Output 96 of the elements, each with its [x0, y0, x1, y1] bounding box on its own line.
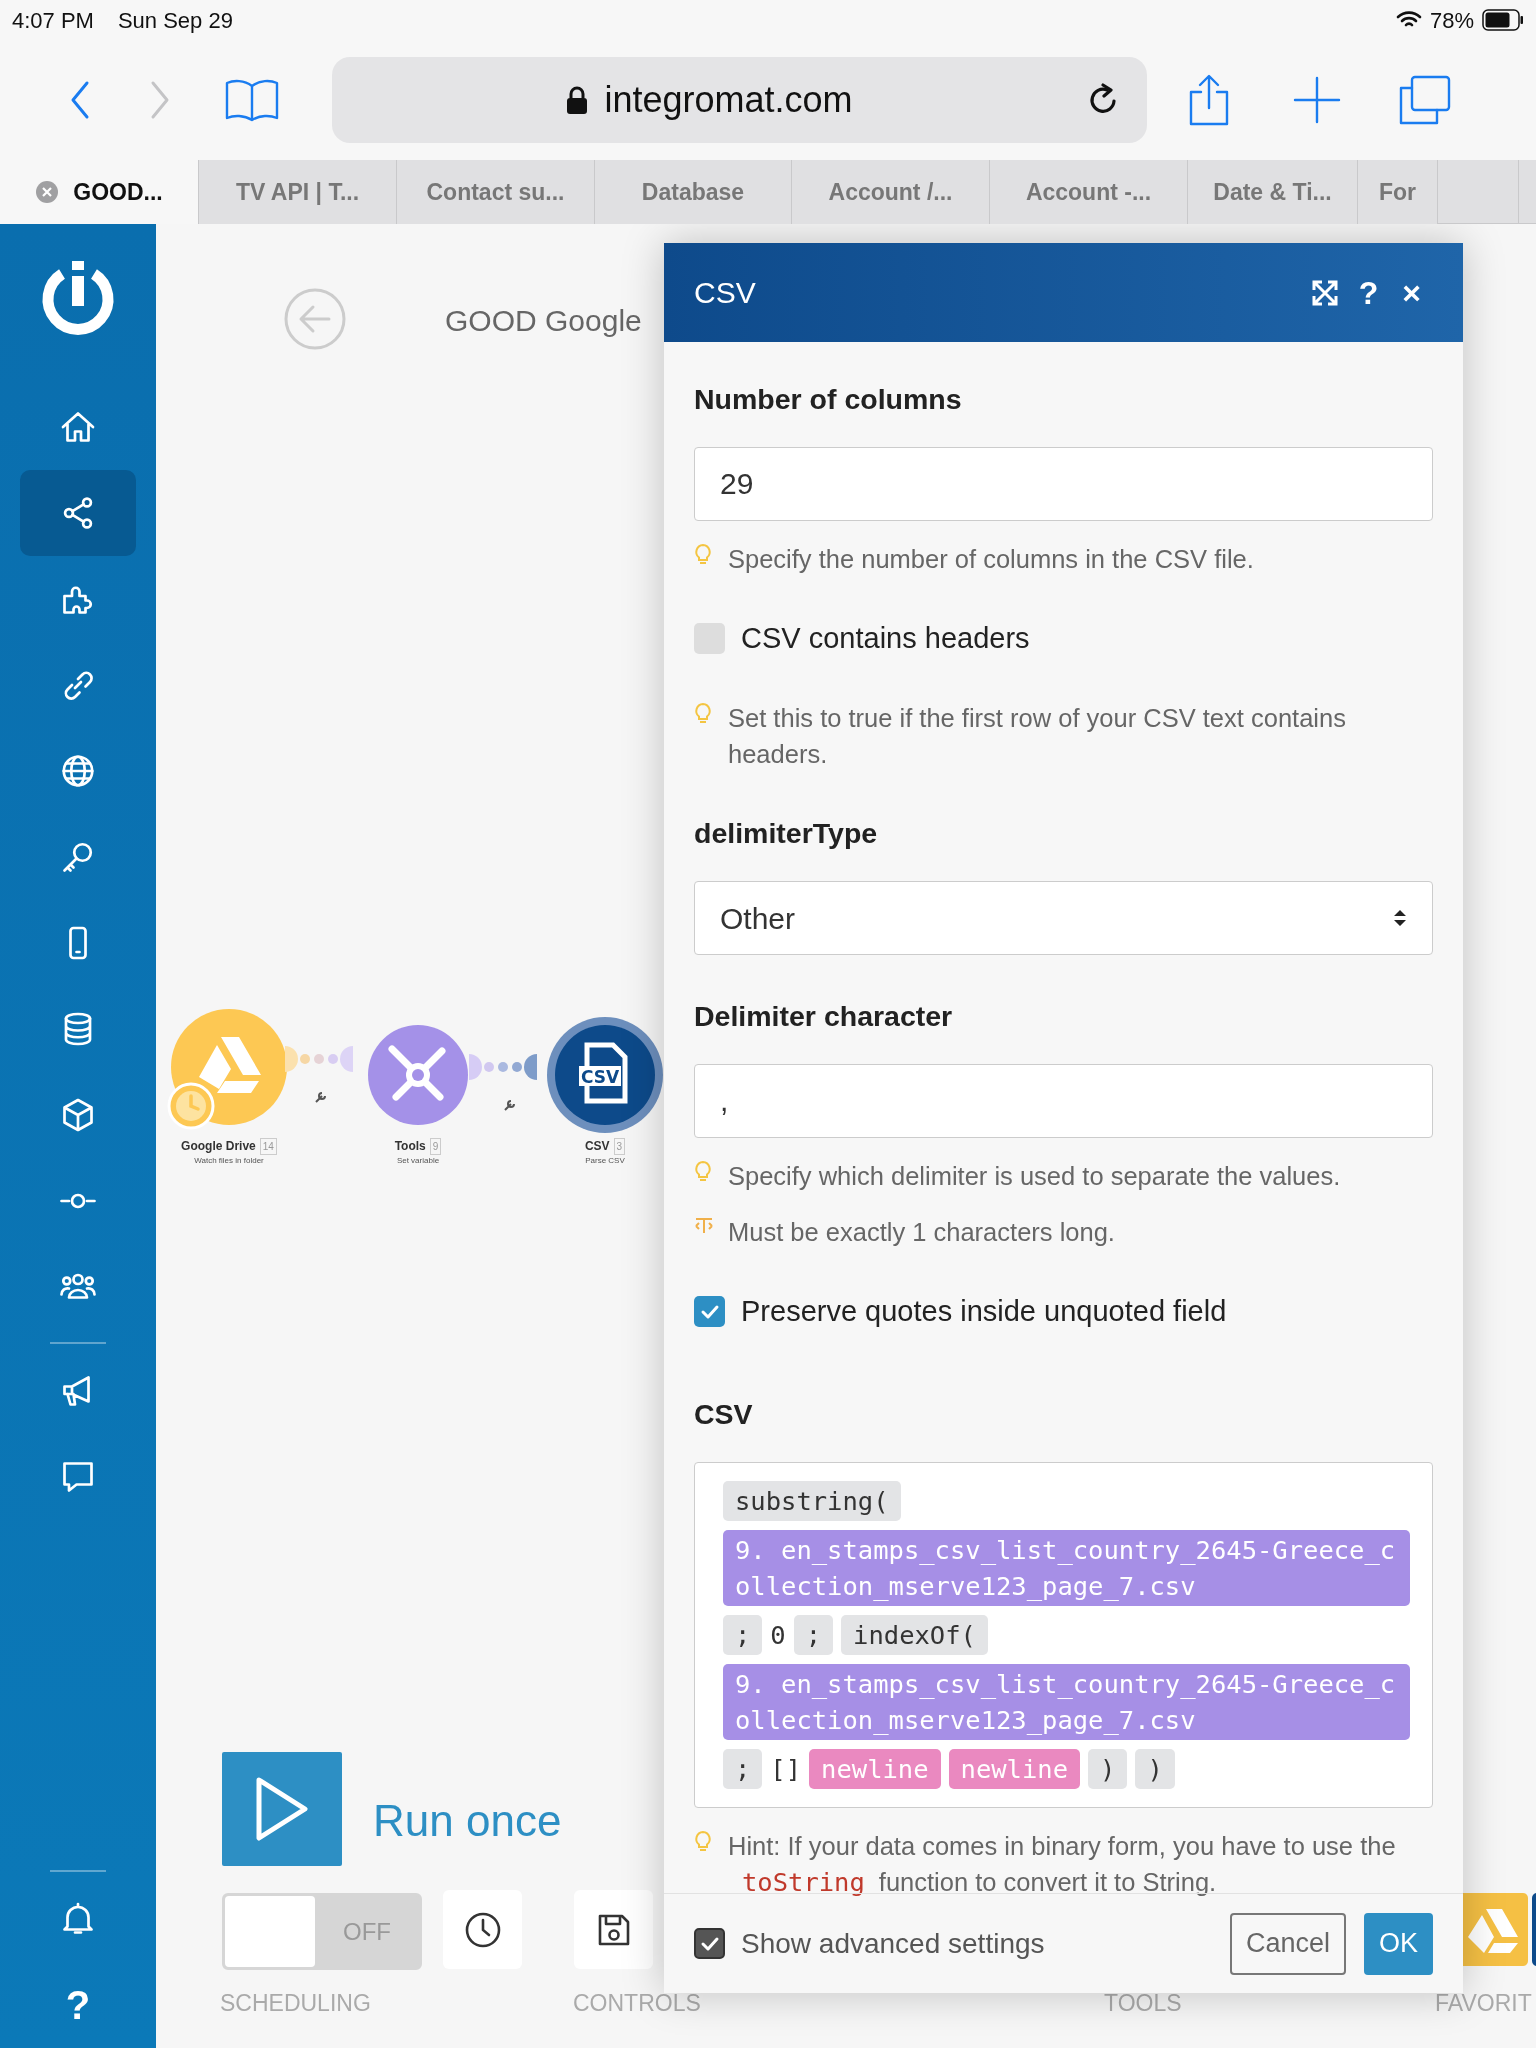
- lightbulb-icon: [694, 1828, 714, 1854]
- section-label: CONTROLS: [573, 1989, 701, 2018]
- function-pill: ): [1088, 1749, 1128, 1789]
- bell-icon: [60, 1901, 96, 1937]
- wrench-icon: [314, 1089, 328, 1104]
- field-label: Delimiter character: [694, 999, 954, 1034]
- close-icon: [35, 180, 60, 204]
- home-icon: [60, 409, 96, 445]
- address-bar[interactable]: integromat.com: [332, 57, 1147, 143]
- code-text: 0: [770, 1619, 786, 1652]
- checkbox-label: CSV contains headers: [741, 620, 1030, 656]
- section-label: TOOLS: [1104, 1989, 1182, 2018]
- operation-count: 14: [259, 1137, 277, 1155]
- section-label: FAVORIT: [1435, 1989, 1532, 2018]
- chevron-right-icon: [149, 80, 171, 120]
- module-action: Watch files in folder: [194, 1155, 264, 1167]
- operation-count: 3: [613, 1137, 626, 1155]
- globe-icon: [60, 753, 96, 789]
- browser-tab[interactable]: Account /...: [792, 160, 990, 224]
- browser-tab[interactable]: GOOD...: [0, 160, 199, 224]
- function-pill: ;: [723, 1615, 763, 1655]
- input-field[interactable]: ,: [694, 1063, 1433, 1138]
- expand-button[interactable]: [1310, 278, 1339, 307]
- module-action: Parse CSV: [585, 1155, 625, 1167]
- status-date: Sun Sep 29: [117, 6, 233, 35]
- new-tab-button[interactable]: [1293, 76, 1341, 124]
- field-label: Number of columns: [694, 382, 963, 417]
- help-button[interactable]: ?: [1346, 268, 1391, 317]
- variable-pill: 9. en_stamps_csv_list_country_2645-Greece_collection_mserve123_page_7.csv: [723, 1664, 1410, 1740]
- browser-tab[interactable]: TV API | T...: [199, 160, 397, 224]
- tabs-button[interactable]: [1399, 75, 1451, 125]
- cancel-button[interactable]: Cancel: [1229, 1912, 1346, 1975]
- function-pill: ;: [723, 1749, 763, 1789]
- checkbox-label: Preserve quotes inside unquoted field: [741, 1293, 1227, 1329]
- ok-button[interactable]: OK: [1364, 1912, 1433, 1975]
- function-pill: indexOf(: [841, 1615, 988, 1655]
- battery-percent: 78%: [1429, 6, 1474, 35]
- hint-text: Hint: If your data comes in binary form, you have to use the toString function to convert it to String.: [728, 1831, 1397, 1899]
- function-pill: newline: [948, 1749, 1080, 1789]
- function-pill: ): [1135, 1749, 1175, 1789]
- hint-text: Specify which delimiter is used to separate the values.: [728, 1160, 1342, 1192]
- browser-tab[interactable]: Account -...: [990, 160, 1188, 224]
- function-pill: substring(: [723, 1481, 901, 1521]
- browser-tab[interactable]: Contact su...: [397, 160, 595, 224]
- save-icon: [596, 1912, 631, 1947]
- clock-icon: [463, 1910, 502, 1949]
- connector-drawing: [283, 1044, 353, 1074]
- run-once-button[interactable]: [222, 1752, 342, 1866]
- updown-caret-icon: [1393, 908, 1407, 928]
- function-pill: newline: [809, 1749, 941, 1789]
- variable-pill: 9. en_stamps_csv_list_country_2645-Greece_collection_mserve123_page_7.csv: [723, 1530, 1410, 1606]
- bookmarks-button[interactable]: [224, 78, 280, 122]
- code-editor[interactable]: substring( 9. en_stamps_csv_list_country_2645-Greece_collection_mserve123_page_7.csv ; 0 ; indexOf( 9. en_stamps_csv_list_country_2645-Greece_collection_mserve123_page_7.csv ; [] newline newline ) ): [694, 1462, 1433, 1808]
- checkbox[interactable]: [694, 623, 725, 654]
- module-action: Set variable: [396, 1155, 440, 1167]
- schedule-button[interactable]: [443, 1890, 522, 1969]
- code-text: []: [770, 1753, 802, 1786]
- chat-icon: [60, 1459, 96, 1495]
- section-label: SCHEDULING: [220, 1989, 371, 2018]
- url-text: integromat.com: [604, 78, 853, 122]
- close-button[interactable]: ×: [1390, 268, 1433, 317]
- scenario-title: GOOD Google: [445, 303, 642, 339]
- select-field[interactable]: Other: [694, 881, 1433, 955]
- checkbox-label: Show advanced settings: [741, 1926, 1046, 1961]
- chevron-left-icon: [69, 80, 91, 120]
- field-label: CSV: [694, 1397, 754, 1433]
- module-name: CSV: [584, 1138, 610, 1155]
- module-name: Tools: [394, 1138, 426, 1155]
- save-button[interactable]: [574, 1890, 653, 1969]
- operation-count: 9: [429, 1137, 442, 1155]
- browser-tab[interactable]: Database: [595, 160, 792, 224]
- share-button[interactable]: [1187, 74, 1231, 126]
- sidebar-item[interactable]: ?: [20, 1962, 136, 2048]
- play-icon: [254, 1776, 310, 1842]
- hint-text: Set this to true if the first row of your CSV text contains headers.: [728, 703, 1347, 771]
- hint-text: Must be exactly 1 characters long.: [728, 1216, 1116, 1248]
- browser-tab[interactable]: For: [1358, 160, 1438, 224]
- status-time: 4:07 PM: [12, 6, 94, 35]
- clock-icon: [167, 1082, 215, 1130]
- sidebar-item[interactable]: [20, 470, 136, 556]
- checkbox[interactable]: [694, 1928, 725, 1959]
- hint-text: Specify the number of columns in the CSV file.: [728, 543, 1255, 575]
- cube-icon: [60, 1097, 96, 1133]
- connector-drawing: [467, 1052, 537, 1082]
- field-label: delimiterType: [694, 816, 879, 852]
- module-name: Google Drive: [181, 1138, 256, 1155]
- lock-icon: [566, 85, 589, 115]
- panel-title: CSV: [694, 275, 757, 311]
- wrench-icon: [503, 1097, 517, 1112]
- input-field[interactable]: 29: [694, 446, 1433, 521]
- run-once-label: Run once: [373, 1795, 562, 1847]
- function-pill: ;: [793, 1615, 834, 1655]
- logo-icon: [40, 260, 116, 336]
- browser-tab[interactable]: Date & Ti...: [1188, 160, 1358, 224]
- checkbox[interactable]: [694, 1296, 725, 1327]
- battery-icon: [1482, 9, 1524, 31]
